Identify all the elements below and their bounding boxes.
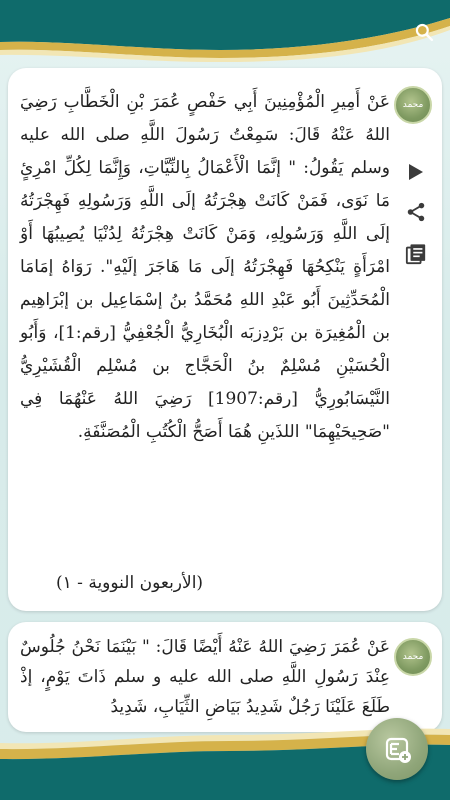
play-icon	[409, 164, 423, 180]
play-button[interactable]	[402, 158, 430, 186]
hadith-card: محمد عَنْ أَمِيرِ الْمُؤْمِنِينَ أَبِي ح…	[8, 68, 442, 611]
share-icon	[407, 202, 425, 222]
hadith-source: (الأربعون النووية - ١)	[56, 573, 204, 593]
badge-label: محمد	[402, 100, 424, 110]
language-icon	[385, 737, 411, 763]
notes-button[interactable]	[402, 240, 430, 268]
hadith-badge: محمد	[394, 638, 432, 676]
search-icon	[415, 23, 434, 42]
hadith-text: عَنْ أَمِيرِ الْمُؤْمِنِينَ أَبِي حَفْصٍ…	[20, 92, 391, 442]
language-button[interactable]	[366, 718, 428, 780]
search-button[interactable]	[410, 18, 438, 46]
hadith-badge: محمد	[394, 86, 432, 124]
header-band	[0, 0, 450, 62]
share-button[interactable]	[402, 198, 430, 226]
notes-icon	[405, 244, 426, 265]
badge-label: محمد	[402, 652, 424, 662]
